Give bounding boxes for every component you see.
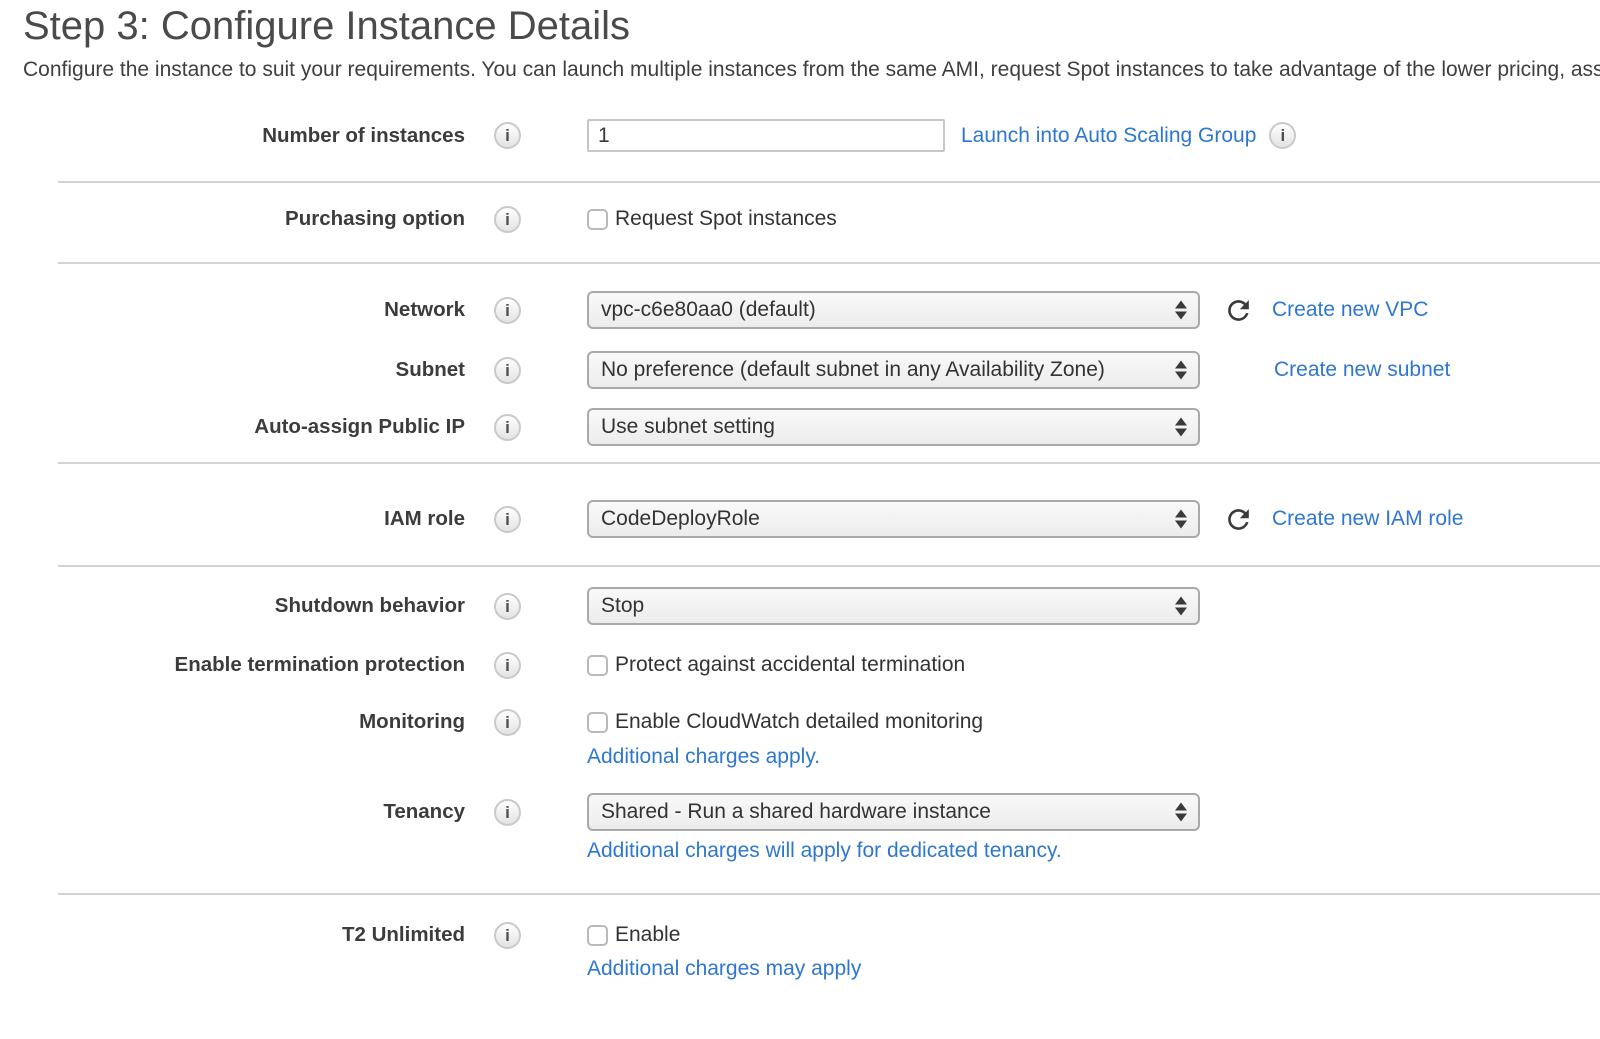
protect-against-termination-label: Protect against accidental termination (615, 653, 965, 677)
info-icon[interactable]: i (494, 122, 521, 149)
auto-assign-public-ip-label: Auto-assign Public IP (0, 408, 465, 446)
termination-protection-label: Enable termination protection (0, 652, 465, 678)
iam-role-select-value: CodeDeployRole (601, 507, 1164, 531)
auto-assign-public-ip-select-value: Use subnet setting (601, 415, 1164, 439)
select-arrows-icon (1175, 361, 1187, 380)
info-icon[interactable]: i (494, 357, 521, 384)
divider (58, 462, 1600, 464)
row-number-of-instances: Number of instances i Launch into Auto S… (0, 119, 1600, 152)
select-arrows-icon (1175, 597, 1187, 616)
launch-into-auto-scaling-group-link[interactable]: Launch into Auto Scaling Group (961, 124, 1256, 148)
monitoring-additional-charges-link[interactable]: Additional charges apply. (587, 745, 820, 768)
subnet-label: Subnet (0, 351, 465, 389)
create-new-vpc-link[interactable]: Create new VPC (1272, 298, 1428, 322)
info-icon[interactable]: i (494, 506, 521, 533)
shutdown-behavior-label: Shutdown behavior (0, 587, 465, 625)
create-new-iam-role-link[interactable]: Create new IAM role (1272, 507, 1463, 531)
select-arrows-icon (1175, 803, 1187, 822)
t2-additional-charges-link[interactable]: Additional charges may apply (587, 957, 861, 980)
info-icon[interactable]: i (494, 799, 521, 826)
iam-role-select[interactable]: CodeDeployRole (587, 500, 1200, 538)
t2-unlimited-enable-label: Enable (615, 923, 680, 947)
tenancy-select[interactable]: Shared - Run a shared hardware instance (587, 793, 1200, 831)
tenancy-select-value: Shared - Run a shared hardware instance (601, 800, 1164, 824)
info-icon[interactable]: i (494, 593, 521, 620)
tenancy-additional-charges-link[interactable]: Additional charges will apply for dedica… (587, 839, 1062, 862)
row-shutdown-behavior: Shutdown behavior i Stop (0, 587, 1600, 625)
request-spot-instances-checkbox[interactable] (587, 209, 608, 230)
t2-unlimited-enable-checkbox[interactable] (587, 925, 608, 946)
t2-unlimited-label: T2 Unlimited (0, 922, 465, 948)
row-network: Network i vpc-c6e80aa0 (default) Create … (0, 291, 1600, 329)
subnet-select[interactable]: No preference (default subnet in any Ava… (587, 351, 1200, 389)
row-t2-unlimited: T2 Unlimited i Enable (0, 922, 1600, 948)
subnet-select-value: No preference (default subnet in any Ava… (601, 358, 1164, 382)
row-termination-protection: Enable termination protection i Protect … (0, 652, 1600, 678)
tenancy-label: Tenancy (0, 793, 465, 831)
page-subtitle: Configure the instance to suit your requ… (23, 58, 1600, 82)
select-arrows-icon (1175, 418, 1187, 437)
refresh-icon[interactable] (1223, 295, 1254, 326)
info-icon[interactable]: i (494, 206, 521, 233)
divider (58, 181, 1600, 183)
shutdown-behavior-select-value: Stop (601, 594, 1164, 618)
row-purchasing-option: Purchasing option i Request Spot instanc… (0, 206, 1600, 232)
info-icon[interactable]: i (494, 652, 521, 679)
number-of-instances-input[interactable] (587, 119, 945, 152)
page-title: Step 3: Configure Instance Details (23, 4, 630, 49)
enable-cloudwatch-monitoring-label: Enable CloudWatch detailed monitoring (615, 710, 983, 734)
network-label: Network (0, 291, 465, 329)
divider (58, 262, 1600, 264)
info-icon[interactable]: i (1269, 122, 1296, 149)
row-monitoring: Monitoring i Enable CloudWatch detailed … (0, 709, 1600, 735)
row-auto-assign-public-ip: Auto-assign Public IP i Use subnet setti… (0, 408, 1600, 446)
monitoring-label: Monitoring (0, 709, 465, 735)
protect-against-termination-checkbox[interactable] (587, 655, 608, 676)
info-icon[interactable]: i (494, 297, 521, 324)
row-tenancy: Tenancy i Shared - Run a shared hardware… (0, 793, 1600, 831)
iam-role-label: IAM role (0, 500, 465, 538)
request-spot-instances-label: Request Spot instances (615, 207, 837, 231)
create-new-subnet-link[interactable]: Create new subnet (1274, 358, 1450, 382)
refresh-icon[interactable] (1223, 504, 1254, 535)
auto-assign-public-ip-select[interactable]: Use subnet setting (587, 408, 1200, 446)
select-arrows-icon (1175, 301, 1187, 320)
network-select-value: vpc-c6e80aa0 (default) (601, 298, 1164, 322)
info-icon[interactable]: i (494, 709, 521, 736)
row-subnet: Subnet i No preference (default subnet i… (0, 351, 1600, 389)
number-of-instances-label: Number of instances (0, 119, 465, 152)
enable-cloudwatch-monitoring-checkbox[interactable] (587, 712, 608, 733)
row-iam-role: IAM role i CodeDeployRole Create new IAM… (0, 500, 1600, 538)
divider (58, 565, 1600, 567)
info-icon[interactable]: i (494, 414, 521, 441)
purchasing-option-label: Purchasing option (0, 206, 465, 232)
divider (58, 893, 1600, 895)
select-arrows-icon (1175, 510, 1187, 529)
info-icon[interactable]: i (494, 922, 521, 949)
shutdown-behavior-select[interactable]: Stop (587, 587, 1200, 625)
network-select[interactable]: vpc-c6e80aa0 (default) (587, 291, 1200, 329)
